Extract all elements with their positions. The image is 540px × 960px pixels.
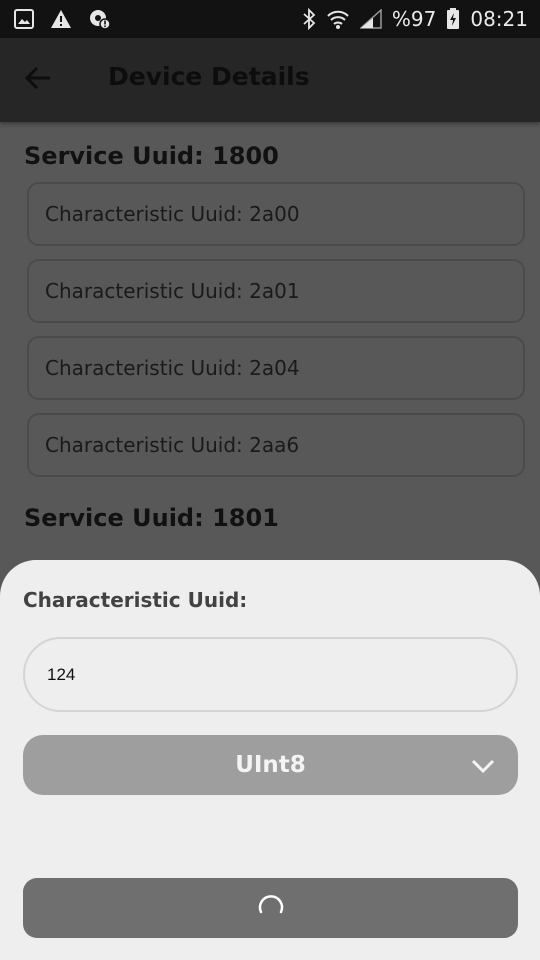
- data-type-select[interactable]: UInt8: [23, 735, 518, 795]
- status-bar-left: [14, 8, 110, 30]
- signal-icon: [359, 9, 382, 29]
- wifi-icon: [326, 8, 350, 30]
- image-icon: [14, 9, 34, 29]
- status-bar: %97 08:21: [0, 0, 540, 38]
- bottom-sheet: Characteristic Uuid: UInt8: [0, 560, 540, 960]
- characteristic-item[interactable]: Characteristic Uuid: 2a01: [27, 259, 525, 323]
- characteristic-item[interactable]: Characteristic Uuid: 2a04: [27, 336, 525, 400]
- characteristic-item[interactable]: Characteristic Uuid: 2a00: [27, 182, 525, 246]
- data-type-selected: UInt8: [235, 752, 306, 778]
- chevron-down-icon: [470, 753, 496, 779]
- service-title: Service Uuid: 1801: [24, 504, 279, 532]
- battery-percent: %97: [391, 7, 437, 31]
- back-button[interactable]: [18, 60, 58, 100]
- status-bar-right: %97 08:21: [302, 7, 528, 31]
- characteristic-item[interactable]: Characteristic Uuid: 2aa6: [27, 413, 525, 477]
- characteristic-uuid-input[interactable]: [23, 637, 518, 712]
- characteristic-uuid-label: Characteristic Uuid:: [23, 588, 248, 612]
- battery-charging-icon: [446, 8, 460, 30]
- bluetooth-icon: [302, 8, 316, 30]
- submit-button[interactable]: [23, 878, 518, 938]
- clock: 08:21: [470, 7, 528, 31]
- arrow-back-icon: [24, 64, 52, 97]
- app-bar: Device Details: [0, 38, 540, 122]
- service-title: Service Uuid: 1800: [24, 142, 279, 170]
- loading-spinner-icon: [256, 891, 286, 926]
- page-title: Device Details: [108, 62, 310, 91]
- settings-alert-icon: [88, 8, 110, 30]
- warning-icon: [50, 9, 72, 29]
